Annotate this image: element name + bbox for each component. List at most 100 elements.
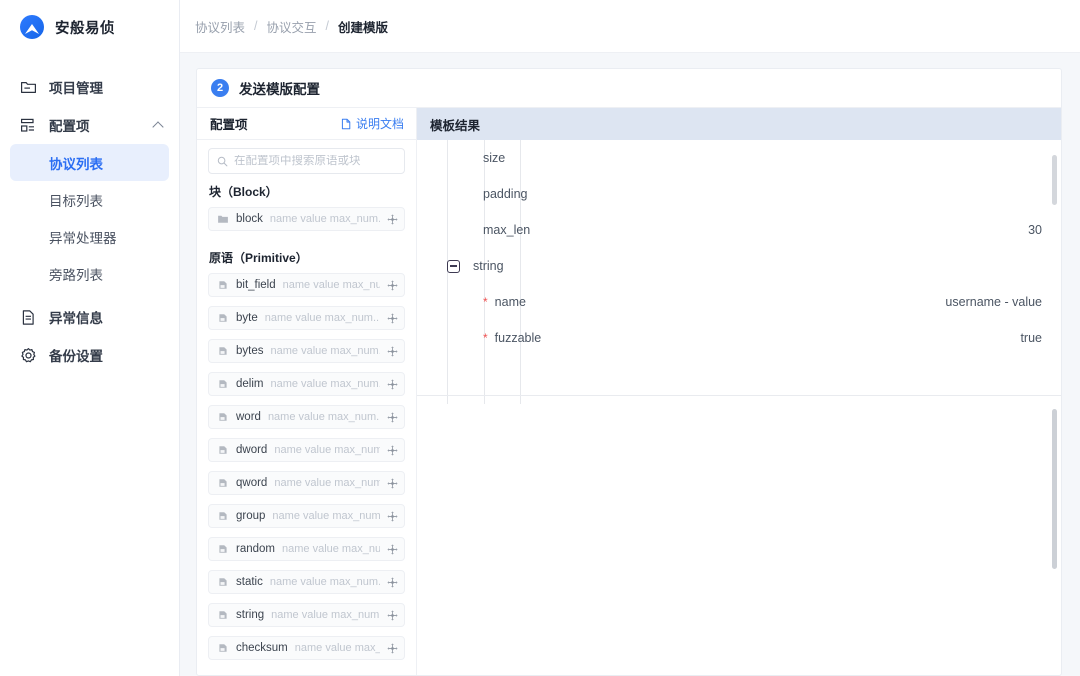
list-item-hint: name value max_num... bbox=[282, 543, 380, 555]
list-item-hint: name value max_num... bbox=[274, 477, 380, 489]
list-item-name: qword bbox=[236, 477, 267, 489]
required-marker: * bbox=[483, 332, 488, 344]
list-item-static[interactable]: staticname value max_num... bbox=[208, 570, 405, 594]
tree-rows: size padding max_len30string *name username … bbox=[417, 140, 1061, 356]
documentation-link-label: 说明文档 bbox=[356, 115, 404, 132]
list-item-word[interactable]: wordname value max_num... bbox=[208, 405, 405, 429]
sidebar-item-project-management[interactable]: 项目管理 bbox=[0, 68, 179, 106]
move-cross-icon[interactable] bbox=[387, 412, 398, 423]
move-cross-icon[interactable] bbox=[387, 643, 398, 654]
tree-row[interactable]: *fuzzable true bbox=[417, 320, 1061, 356]
breadcrumb-separator: / bbox=[326, 19, 329, 33]
list-item-name: bit_field bbox=[236, 279, 276, 291]
page-scrollbar-thumb[interactable] bbox=[1052, 409, 1057, 569]
config-items-list: 块（Block） block name value max_num... bbox=[197, 140, 416, 676]
tree-row-label-wrap: *fuzzable bbox=[417, 331, 541, 345]
tree-row[interactable]: *name username - value bbox=[417, 284, 1061, 320]
move-cross-icon[interactable] bbox=[387, 478, 398, 489]
tree-row-label-wrap: size bbox=[417, 151, 505, 165]
sidebar-item-label: 配置项 bbox=[49, 115, 141, 135]
file-icon bbox=[217, 510, 229, 522]
group-title-primitive: 原语（Primitive） bbox=[209, 249, 405, 266]
breadcrumb: 协议列表 / 协议交互 / 创建模版 bbox=[180, 0, 1080, 53]
tree-scrollbar-thumb[interactable] bbox=[1052, 155, 1057, 205]
move-cross-icon[interactable] bbox=[387, 313, 398, 324]
tree-row[interactable]: size bbox=[417, 140, 1061, 176]
tree-row-label-wrap: padding bbox=[417, 187, 528, 201]
list-item-name: dword bbox=[236, 444, 267, 456]
sidebar-item-label: 目标列表 bbox=[49, 190, 103, 210]
move-cross-icon[interactable] bbox=[387, 280, 398, 291]
tree-row-value: true bbox=[1020, 331, 1042, 345]
sidebar-item-exception-info[interactable]: 异常信息 bbox=[0, 298, 179, 336]
move-cross-icon[interactable] bbox=[387, 544, 398, 555]
tree-row-label-wrap: *name bbox=[417, 295, 526, 309]
list-item-group[interactable]: groupname value max_num... bbox=[208, 504, 405, 528]
list-item-hint: name value max_num... bbox=[272, 510, 380, 522]
list-item-name: delim bbox=[236, 378, 263, 390]
config-items-header: 配置项 说明文档 bbox=[197, 108, 416, 140]
list-item-byte[interactable]: byte name value max_num... bbox=[208, 306, 405, 330]
file-icon bbox=[217, 642, 229, 654]
list-item-name: bytes bbox=[236, 345, 264, 357]
list-item-block[interactable]: block name value max_num... bbox=[208, 207, 405, 231]
tree-row-value: username - value bbox=[945, 295, 1042, 309]
sidebar-item-backup-settings[interactable]: 备份设置 bbox=[0, 336, 179, 374]
list-item-random[interactable]: random name value max_num... bbox=[208, 537, 405, 561]
move-cross-icon[interactable] bbox=[387, 445, 398, 456]
minus-square-icon[interactable] bbox=[447, 260, 460, 273]
tree-row[interactable]: string bbox=[417, 248, 1061, 284]
breadcrumb-item-protocol-list[interactable]: 协议列表 bbox=[195, 17, 245, 36]
list-item-hint: name value max_num... bbox=[271, 345, 381, 357]
sidebar-item-label: 异常处理器 bbox=[49, 227, 117, 247]
template-result-header: 模板结果 bbox=[417, 108, 1061, 140]
template-result-title: 模板结果 bbox=[430, 115, 480, 134]
tree-row-label: size bbox=[483, 151, 505, 165]
list-item-name: byte bbox=[236, 312, 258, 324]
sidebar-item-config[interactable]: 配置项 bbox=[0, 106, 179, 144]
move-cross-icon[interactable] bbox=[387, 511, 398, 522]
app-root: 安般易侦 项目管理 bbox=[0, 0, 1080, 676]
search-box[interactable] bbox=[208, 148, 405, 174]
breadcrumb-item-protocol-interaction[interactable]: 协议交互 bbox=[267, 17, 317, 36]
list-item-bit_field[interactable]: bit_fieldname value max_num... bbox=[208, 273, 405, 297]
brand-name: 安般易侦 bbox=[55, 17, 115, 38]
list-item-name: static bbox=[236, 576, 263, 588]
list-item-name: random bbox=[236, 543, 275, 555]
panes: 配置项 说明文档 bbox=[197, 108, 1061, 676]
list-item-string[interactable]: stringname value max_num... bbox=[208, 603, 405, 627]
list-item-dword[interactable]: dwordname value max_num... bbox=[208, 438, 405, 462]
list-item-checksum[interactable]: checksumname value max_num... bbox=[208, 636, 405, 660]
list-item-qword[interactable]: qword name value max_num... bbox=[208, 471, 405, 495]
template-tree: size padding max_len30string *name username … bbox=[417, 140, 1061, 404]
chevron-up-icon[interactable] bbox=[153, 120, 163, 130]
move-cross-icon[interactable] bbox=[387, 214, 398, 225]
sidebar-item-label: 旁路列表 bbox=[49, 264, 103, 284]
move-cross-icon[interactable] bbox=[387, 346, 398, 357]
sidebar-item-label: 项目管理 bbox=[49, 77, 163, 97]
move-cross-icon[interactable] bbox=[387, 577, 398, 588]
search-input[interactable] bbox=[234, 155, 396, 167]
sidebar-item-exception-handler[interactable]: 异常处理器 bbox=[0, 218, 179, 255]
move-cross-icon[interactable] bbox=[387, 610, 398, 621]
move-cross-icon[interactable] bbox=[387, 379, 398, 390]
documentation-link[interactable]: 说明文档 bbox=[340, 115, 404, 132]
list-item-hint: name value max_num... bbox=[265, 312, 380, 324]
tree-row[interactable]: max_len30 bbox=[417, 212, 1061, 248]
main-content: 协议列表 / 协议交互 / 创建模版 2 发送模版配置 配置项 bbox=[180, 0, 1080, 676]
folder-icon bbox=[217, 213, 229, 225]
list-item-bytes[interactable]: bytes name value max_num... bbox=[208, 339, 405, 363]
breadcrumb-current: 创建模版 bbox=[338, 17, 388, 36]
list-item-delim[interactable]: delimname value max_num... bbox=[208, 372, 405, 396]
gear-icon bbox=[20, 347, 37, 364]
group-title-block: 块（Block） bbox=[209, 183, 405, 200]
sidebar-item-target-list[interactable]: 目标列表 bbox=[0, 181, 179, 218]
sidebar-item-bypass-list[interactable]: 旁路列表 bbox=[0, 255, 179, 292]
tree-row-label: padding bbox=[483, 187, 528, 201]
sidebar-nav: 项目管理 配置项 协议列表 目标列表 异常处 bbox=[0, 68, 179, 374]
sidebar-item-protocol-list[interactable]: 协议列表 bbox=[10, 144, 169, 181]
file-icon bbox=[217, 444, 229, 456]
list-item-name: string bbox=[236, 609, 264, 621]
document-icon bbox=[340, 118, 352, 130]
tree-row[interactable]: padding bbox=[417, 176, 1061, 212]
